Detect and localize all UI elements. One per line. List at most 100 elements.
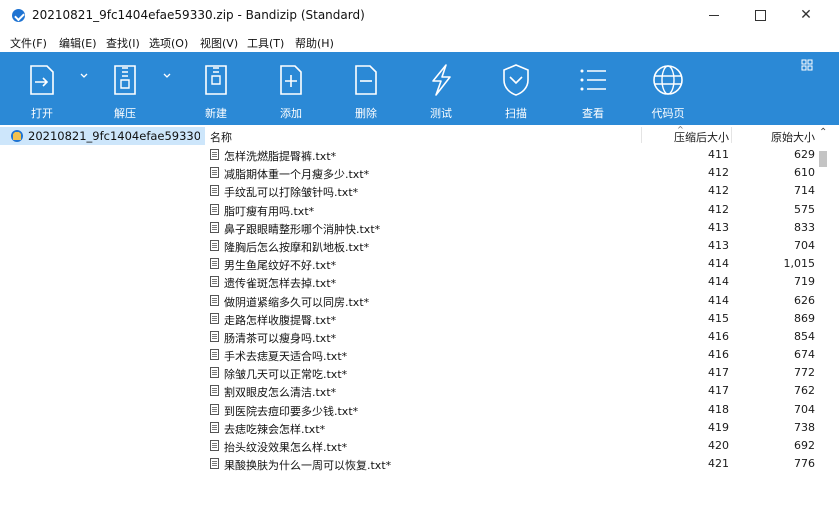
- compressed-size: 412: [708, 184, 729, 198]
- original-size: 1,015: [783, 257, 816, 271]
- file-name: 隆胸后怎么按摩和趴地板.txt*: [224, 240, 370, 254]
- original-size: 626: [794, 293, 815, 307]
- test-button[interactable]: 测试: [416, 52, 466, 125]
- text-file-icon: [210, 349, 219, 361]
- window-title: 20210821_9fc1404efae59330.zip - Bandizip…: [32, 8, 365, 22]
- extract-icon: [114, 65, 136, 95]
- minimize-icon: [709, 14, 719, 16]
- delete-button[interactable]: 删除: [341, 52, 391, 125]
- compressed-size: 418: [708, 402, 729, 416]
- file-name: 肠清茶可以瘦身吗.txt*: [224, 331, 337, 345]
- codepage-button[interactable]: 代码页: [640, 52, 696, 125]
- extract-dropdown-icon[interactable]: [163, 72, 171, 80]
- file-name: 到医院去痘印要多少钱.txt*: [224, 404, 359, 418]
- table-row[interactable]: 到医院去痘印要多少钱.txt* 418 704: [205, 401, 815, 419]
- minimize-button[interactable]: [691, 0, 737, 32]
- column-header-compressed-size[interactable]: 压缩后大小: [645, 129, 729, 145]
- file-name: 手纹乱可以打除皱针吗.txt*: [224, 186, 359, 200]
- original-size: 772: [794, 366, 815, 380]
- text-file-icon: [210, 421, 219, 433]
- column-header-name[interactable]: 名称: [210, 129, 232, 145]
- scan-icon: [503, 64, 529, 96]
- table-row[interactable]: 肠清茶可以瘦身吗.txt* 416 854: [205, 328, 815, 346]
- original-size: 762: [794, 384, 815, 398]
- table-row[interactable]: 手纹乱可以打除皱针吗.txt* 412 714: [205, 182, 815, 200]
- compressed-size: 421: [708, 457, 729, 471]
- file-name: 割双眼皮怎么清洁.txt*: [224, 386, 337, 400]
- column-divider[interactable]: [641, 127, 642, 143]
- original-size: 704: [794, 238, 815, 252]
- open-button[interactable]: 打开: [18, 52, 66, 125]
- maximize-icon: [754, 9, 766, 21]
- text-file-icon: [210, 167, 219, 179]
- menu-find[interactable]: 查找(I): [106, 35, 140, 51]
- original-size: 704: [794, 402, 815, 416]
- extract-label: 解压: [114, 107, 136, 120]
- list-header: 名称 ^ 压缩后大小 原始大小: [205, 125, 839, 145]
- file-name: 怎样洗燃脂提臀裤.txt*: [224, 150, 337, 163]
- menu-view[interactable]: 视图(V): [200, 35, 238, 51]
- menu-tools[interactable]: 工具(T): [247, 35, 284, 51]
- codepage-label: 代码页: [651, 107, 685, 120]
- table-row[interactable]: 遗传雀斑怎样去掉.txt* 414 719: [205, 273, 815, 291]
- open-label: 打开: [31, 107, 53, 120]
- tree-item-archive-root[interactable]: 20210821_9fc1404efae59330.z: [0, 127, 205, 145]
- table-row[interactable]: 除皱几天可以正常吃.txt* 417 772: [205, 364, 815, 382]
- menu-options[interactable]: 选项(O): [149, 35, 188, 51]
- delete-icon: [355, 65, 377, 95]
- add-icon: [280, 65, 302, 95]
- file-name: 男生鱼尾纹好不好.txt*: [224, 259, 337, 273]
- table-row[interactable]: 去痣吃辣会怎样.txt* 419 738: [205, 419, 815, 437]
- table-row[interactable]: 脂叮瘦有用吗.txt* 412 575: [205, 201, 815, 219]
- extract-button[interactable]: 解压: [100, 52, 150, 125]
- table-row[interactable]: 怎样洗燃脂提臀裤.txt* 411 629: [205, 146, 815, 164]
- table-row[interactable]: 果酸换肤为什么一周可以恢复.txt* 421 776: [205, 455, 815, 473]
- compressed-size: 420: [708, 439, 729, 452]
- table-row[interactable]: 走路怎样收腹提臀.txt* 415 869: [205, 310, 815, 328]
- compressed-size: 413: [708, 238, 729, 252]
- maximize-button[interactable]: [737, 0, 783, 32]
- add-button[interactable]: 添加: [266, 52, 316, 125]
- file-name: 除皱几天可以正常吃.txt*: [224, 368, 348, 382]
- table-row[interactable]: 手术去痣夏天适合吗.txt* 416 674: [205, 346, 815, 364]
- compressed-size: 416: [708, 329, 729, 343]
- close-button[interactable]: ✕: [783, 0, 829, 32]
- text-file-icon: [210, 367, 219, 379]
- table-row[interactable]: 男生鱼尾纹好不好.txt* 414 1,015: [205, 255, 815, 273]
- scroll-thumb[interactable]: [819, 151, 827, 167]
- open-dropdown-icon[interactable]: [80, 72, 88, 80]
- vertical-scrollbar[interactable]: ⌃: [815, 125, 839, 477]
- file-list: 名称 ^ 压缩后大小 原始大小 怎样洗燃脂提臀裤.txt* 411 629 减脂…: [205, 125, 839, 507]
- table-row[interactable]: 抬头纹没效果怎么样.txt* 420 692: [205, 437, 815, 455]
- archive-icon: [11, 130, 23, 142]
- menu-file[interactable]: 文件(F): [10, 35, 47, 51]
- original-size: 833: [794, 220, 815, 234]
- layout-grid-icon[interactable]: [800, 58, 814, 72]
- text-file-icon: [210, 294, 219, 306]
- add-label: 添加: [280, 107, 302, 120]
- original-size: 869: [794, 311, 815, 325]
- column-header-original-size[interactable]: 原始大小: [733, 129, 815, 145]
- view-button[interactable]: 查看: [568, 52, 618, 125]
- table-row[interactable]: 隆胸后怎么按摩和趴地板.txt* 413 704: [205, 237, 815, 255]
- original-size: 719: [794, 275, 815, 289]
- menu-edit[interactable]: 编辑(E): [59, 35, 97, 51]
- test-icon: [432, 64, 451, 96]
- new-archive-button[interactable]: 新建: [191, 52, 241, 125]
- table-row[interactable]: 割双眼皮怎么清洁.txt* 417 762: [205, 382, 815, 400]
- compressed-size: 414: [708, 293, 729, 307]
- text-file-icon: [210, 203, 219, 215]
- compressed-size: 417: [708, 384, 729, 398]
- table-row[interactable]: 做阴道紧缩多久可以同房.txt* 414 626: [205, 292, 815, 310]
- menu-help[interactable]: 帮助(H): [295, 35, 334, 51]
- table-row[interactable]: 鼻子跟眼睛整形哪个消肿快.txt* 413 833: [205, 219, 815, 237]
- original-size: 629: [794, 148, 815, 161]
- column-divider[interactable]: [731, 127, 732, 143]
- original-size: 738: [794, 420, 815, 434]
- text-file-icon: [210, 330, 219, 342]
- table-row[interactable]: 减脂期体重一个月瘦多少.txt* 412 610: [205, 164, 815, 182]
- scan-button[interactable]: 扫描: [491, 52, 541, 125]
- text-file-icon: [210, 385, 219, 397]
- scroll-up-arrow-icon[interactable]: ⌃: [819, 127, 827, 138]
- compressed-size: 414: [708, 257, 729, 271]
